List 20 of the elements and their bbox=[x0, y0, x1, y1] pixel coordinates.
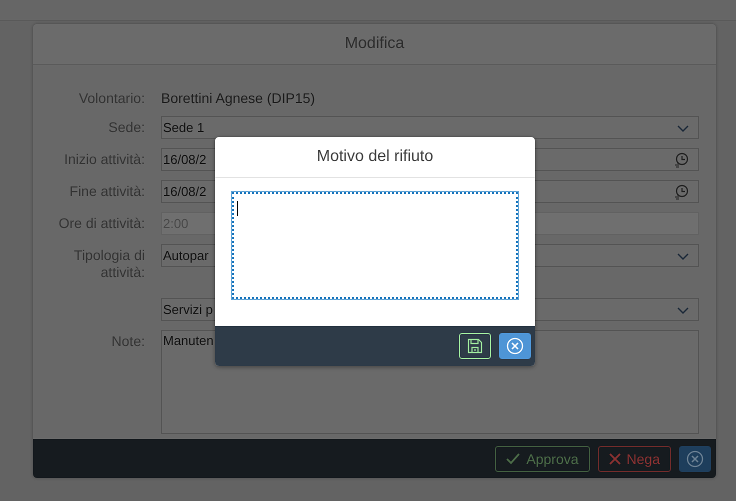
cross-icon bbox=[608, 452, 621, 464]
calendar-clock-icon bbox=[674, 184, 690, 200]
deny-button[interactable]: Nega bbox=[598, 446, 671, 472]
close-icon bbox=[686, 450, 704, 468]
close-button[interactable] bbox=[499, 333, 531, 359]
dialog-title: Modifica bbox=[344, 35, 404, 53]
calendar-clock-icon bbox=[674, 152, 690, 168]
popup-title: Motivo del rifiuto bbox=[316, 148, 434, 166]
chevron-down-icon bbox=[676, 304, 690, 314]
chevron-down-icon bbox=[676, 250, 690, 260]
dropdown[interactable]: Sede 1 bbox=[161, 116, 699, 139]
text-cursor bbox=[237, 201, 238, 216]
volunteer-name: Borettini Agnese (DIP15) bbox=[161, 89, 316, 107]
reason-text-field[interactable] bbox=[232, 192, 518, 299]
close-icon bbox=[506, 337, 524, 355]
close-button[interactable] bbox=[679, 446, 711, 472]
save-button[interactable] bbox=[459, 333, 491, 359]
chevron-down-icon bbox=[676, 122, 690, 132]
approve-button[interactable]: Approva bbox=[495, 446, 590, 472]
checkmark-icon bbox=[506, 452, 520, 464]
